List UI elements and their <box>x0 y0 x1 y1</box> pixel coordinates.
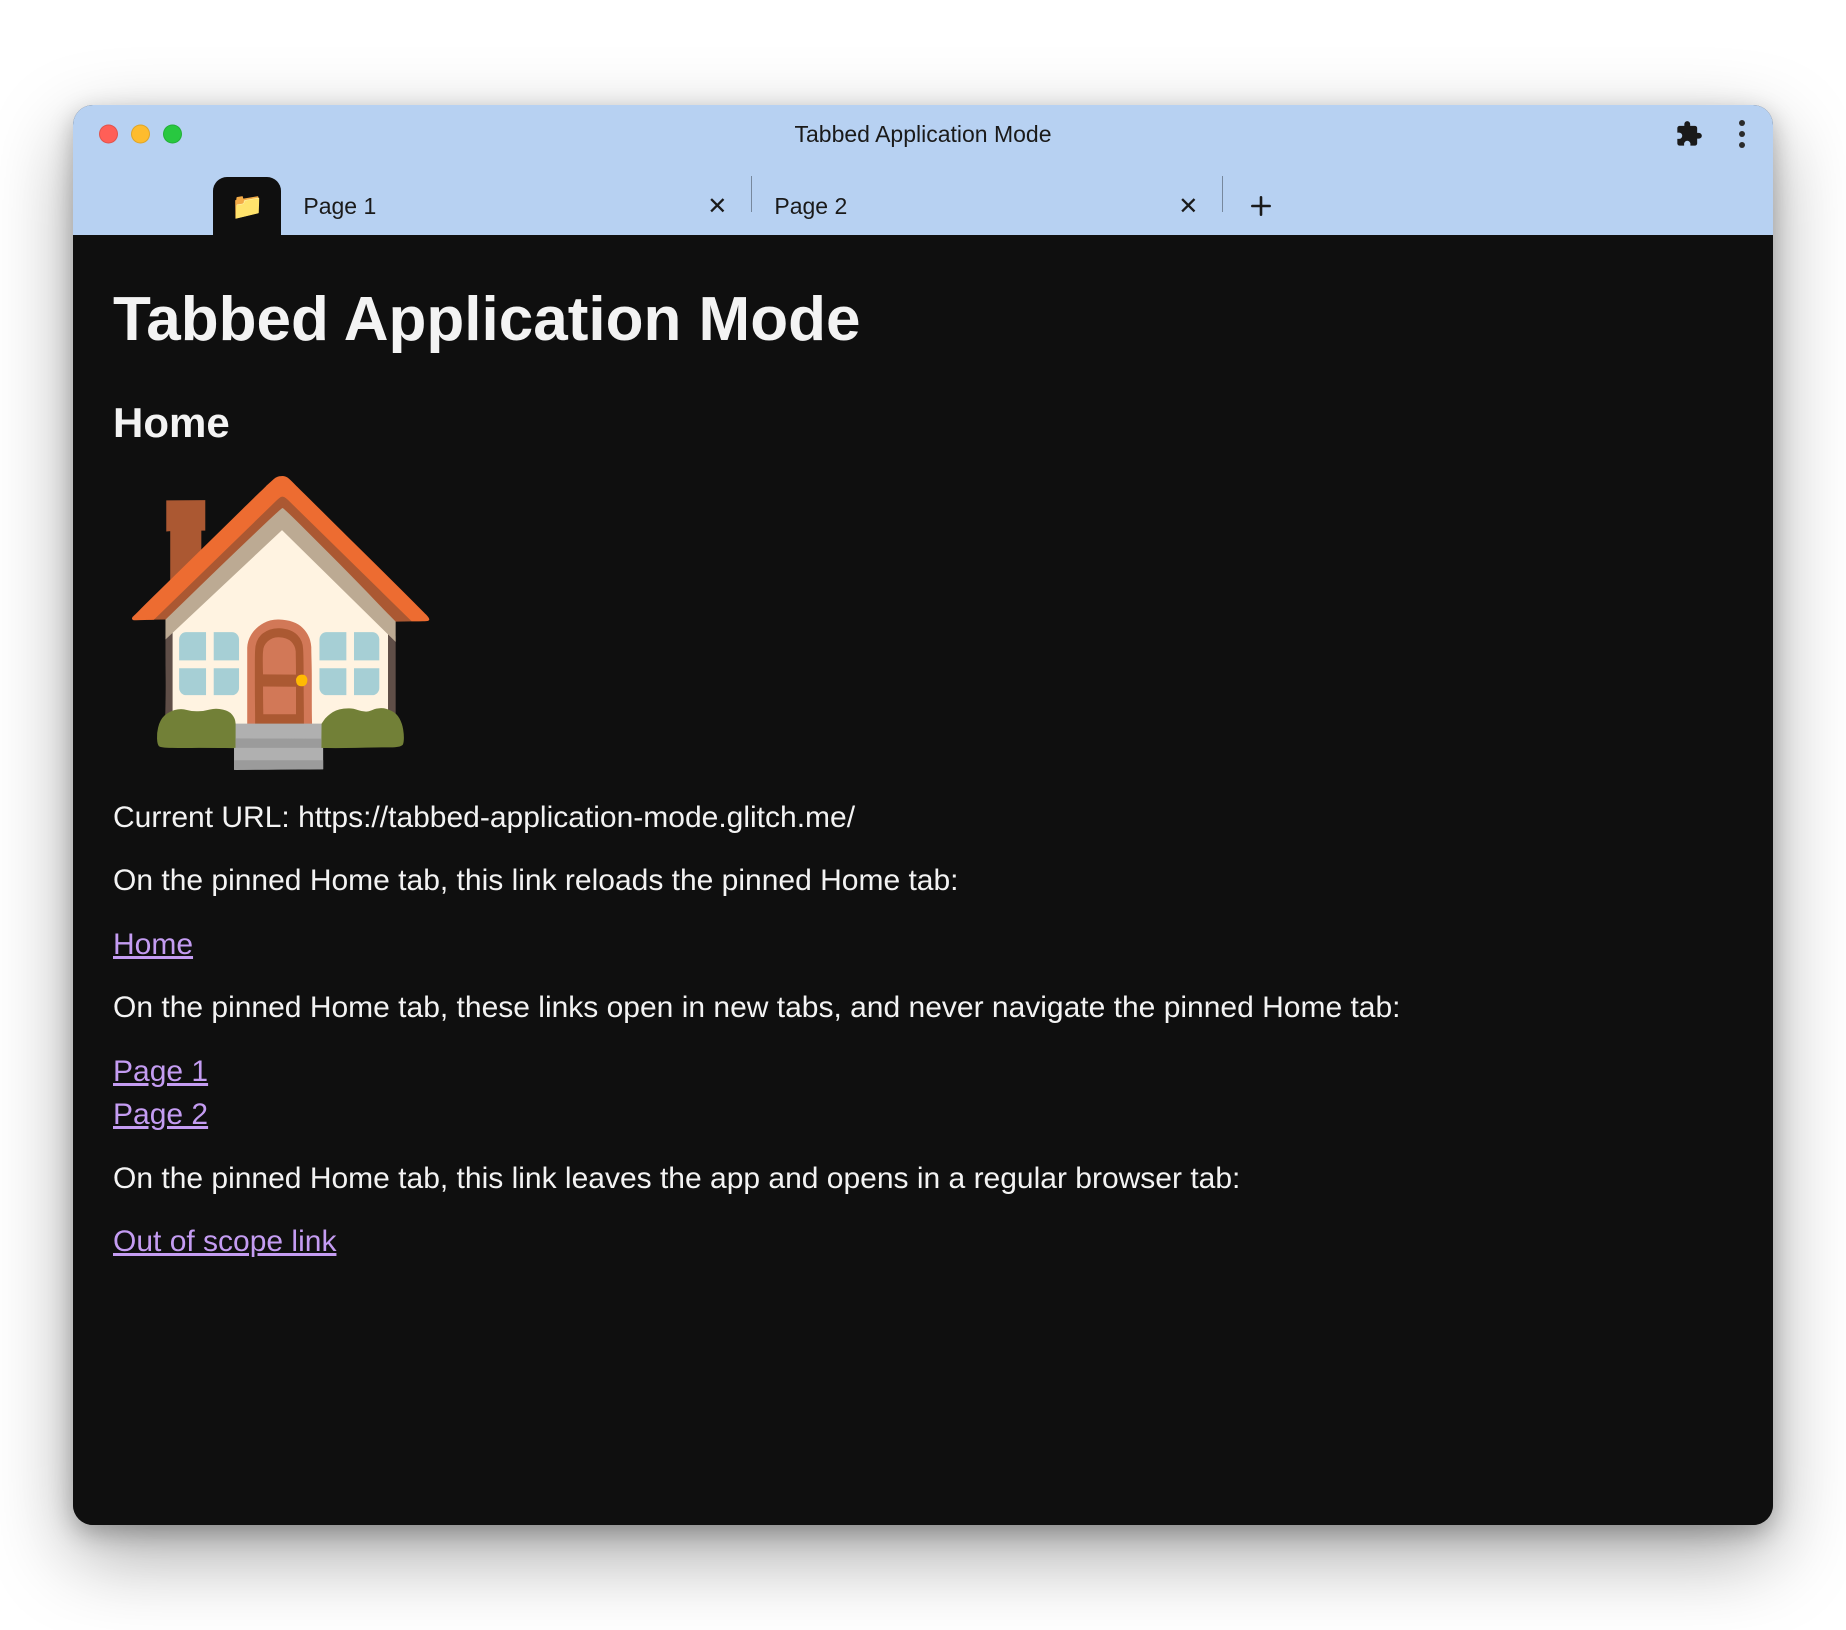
minimize-window-button[interactable] <box>131 125 150 144</box>
close-tab-button[interactable]: ✕ <box>1172 190 1204 223</box>
tab-page-1[interactable]: Page 1 ✕ <box>281 177 751 235</box>
tab-separator <box>1222 176 1223 212</box>
current-url-line: Current URL: https://tabbed-application-… <box>113 796 1733 840</box>
extensions-icon[interactable] <box>1675 120 1703 148</box>
link-page-1[interactable]: Page 1 <box>113 1050 1733 1094</box>
close-tab-button[interactable]: ✕ <box>701 190 733 223</box>
app-menu-button[interactable] <box>1733 116 1751 152</box>
page-content: Tabbed Application Mode Home 🏠 Current U… <box>73 235 1773 1525</box>
pinned-home-tab[interactable]: 📁 <box>213 177 281 235</box>
para-reload: On the pinned Home tab, this link reload… <box>113 859 1733 903</box>
link-out-of-scope[interactable]: Out of scope link <box>113 1225 336 1258</box>
link-page-2[interactable]: Page 2 <box>113 1093 1733 1137</box>
app-window: Tabbed Application Mode 📁 Page 1 ✕ <box>73 105 1773 1525</box>
para-newtabs: On the pinned Home tab, these links open… <box>113 986 1733 1030</box>
tab-page-2[interactable]: Page 2 ✕ <box>752 177 1222 235</box>
tab-label: Page 2 <box>774 193 847 220</box>
window-title: Tabbed Application Mode <box>73 121 1773 148</box>
tab-label: Page 1 <box>303 193 376 220</box>
folder-icon: 📁 <box>231 193 263 219</box>
close-window-button[interactable] <box>99 125 118 144</box>
window-controls <box>99 125 182 144</box>
page-subtitle: Home <box>113 393 1733 454</box>
zoom-window-button[interactable] <box>163 125 182 144</box>
link-home[interactable]: Home <box>113 928 193 961</box>
current-url-value: https://tabbed-application-mode.glitch.m… <box>298 801 855 834</box>
new-tab-button[interactable] <box>1237 182 1285 230</box>
page-title: Tabbed Application Mode <box>113 275 1733 365</box>
tab-strip: 📁 Page 1 ✕ Page 2 ✕ <box>73 163 1773 235</box>
titlebar: Tabbed Application Mode 📁 Page 1 ✕ <box>73 105 1773 235</box>
para-outofscope: On the pinned Home tab, this link leaves… <box>113 1157 1733 1201</box>
current-url-label: Current URL: <box>113 801 298 834</box>
house-icon: 🏠 <box>113 484 1733 754</box>
